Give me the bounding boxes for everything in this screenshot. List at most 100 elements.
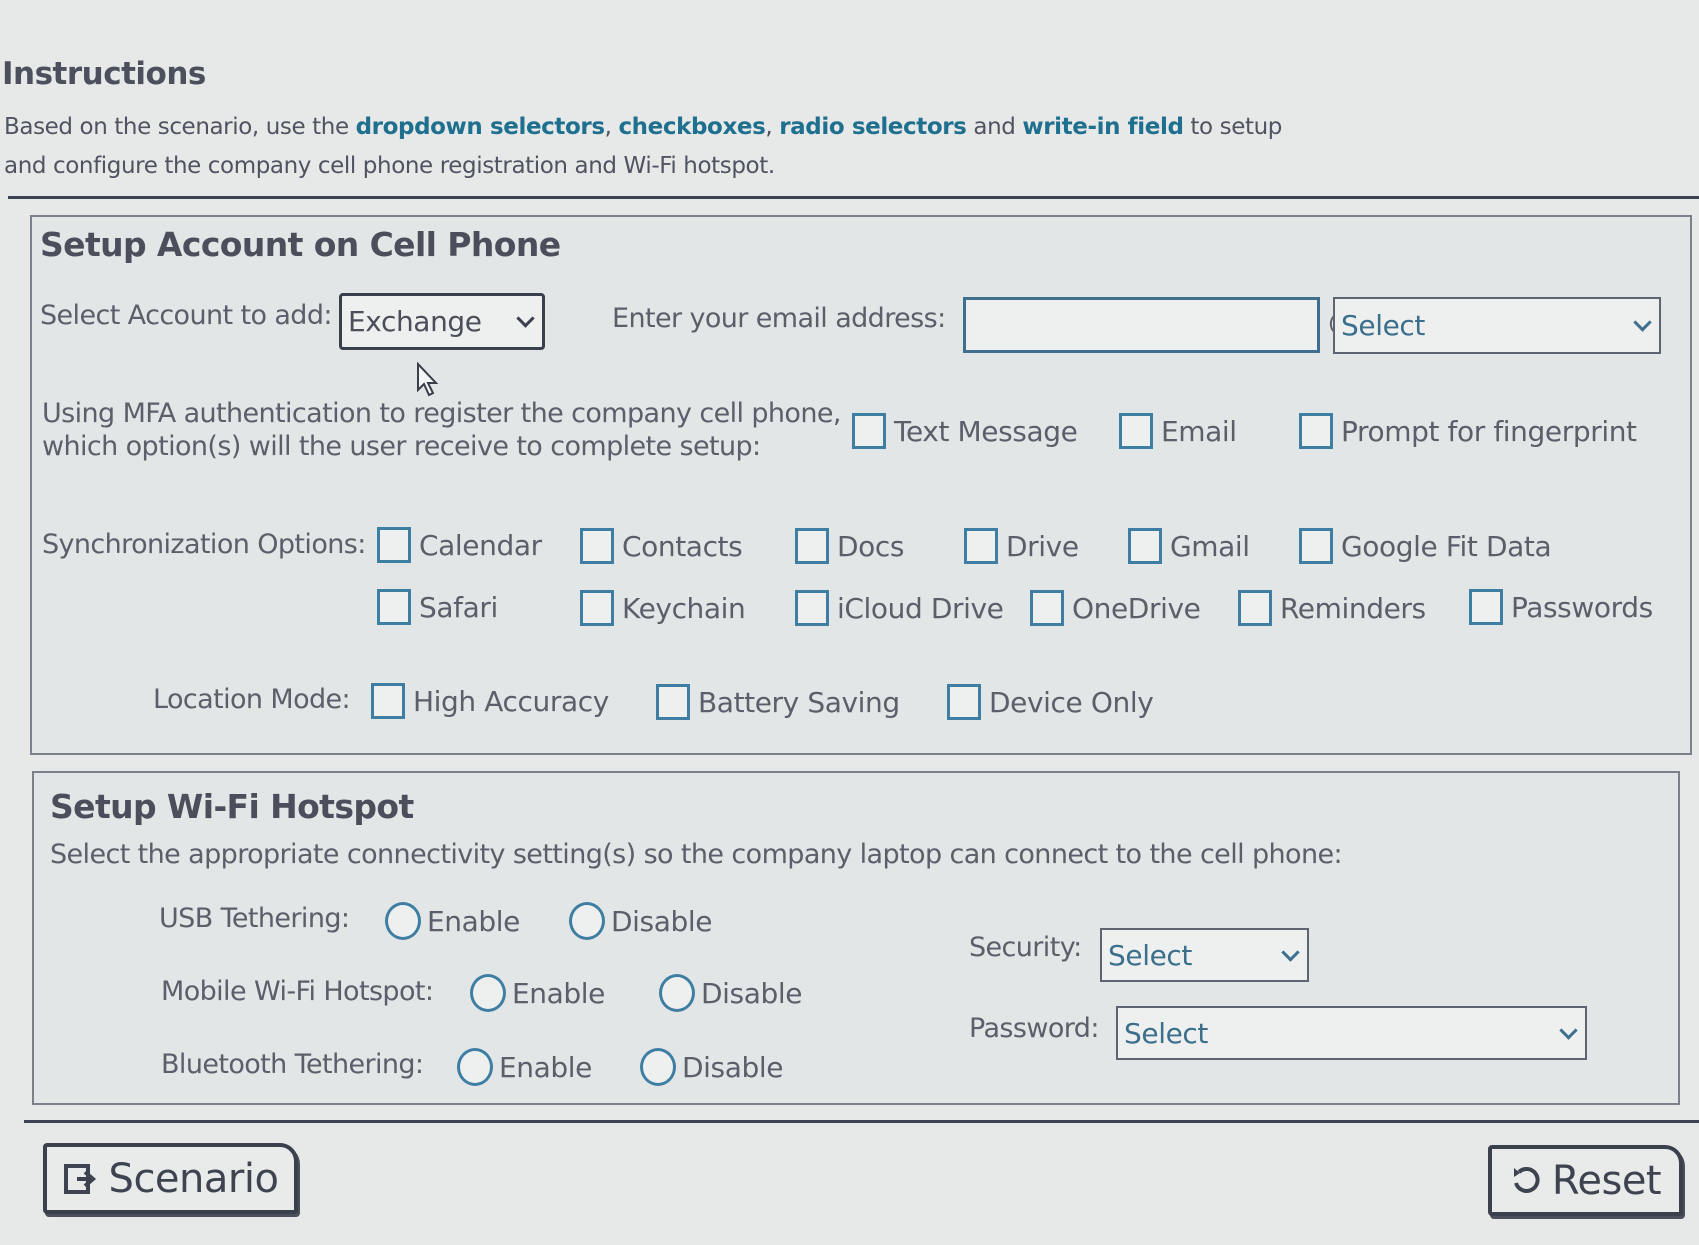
location-option-battery-saving[interactable]: Battery Saving xyxy=(656,684,900,720)
option-label: Text Message xyxy=(894,414,1078,448)
option-label: Passwords xyxy=(1511,590,1653,624)
usb-tethering-disable[interactable]: Disable xyxy=(569,902,712,940)
instr-keyword-radio: radio selectors xyxy=(779,114,967,140)
email-input[interactable] xyxy=(963,297,1320,353)
option-label: Reminders xyxy=(1280,591,1426,625)
account-section-title: Setup Account on Cell Phone xyxy=(40,225,561,264)
sync-option-calendar[interactable]: Calendar xyxy=(377,527,542,563)
checkbox[interactable] xyxy=(795,590,829,626)
mfa-question-line2: which option(s) will the user receive to… xyxy=(42,431,761,462)
sync-option-safari[interactable]: Safari xyxy=(377,589,498,625)
option-label: Google Fit Data xyxy=(1341,529,1552,563)
option-label: Enable xyxy=(427,904,520,938)
account-setup-panel: Setup Account on Cell Phone Select Accou… xyxy=(30,215,1692,755)
radio-button[interactable] xyxy=(659,974,695,1012)
checkbox[interactable] xyxy=(656,684,690,720)
location-option-device-only[interactable]: Device Only xyxy=(947,684,1154,720)
checkbox[interactable] xyxy=(1119,413,1153,449)
sync-option-reminders[interactable]: Reminders xyxy=(1238,590,1426,626)
mobile-hotspot-enable[interactable]: Enable xyxy=(470,974,605,1012)
checkbox[interactable] xyxy=(964,528,998,564)
instr-text-1: Based on the scenario, use the xyxy=(4,114,356,140)
usb-tethering-label: USB Tethering: xyxy=(159,903,350,934)
radio-button[interactable] xyxy=(457,1048,493,1086)
scenario-button[interactable]: Scenario xyxy=(43,1143,298,1214)
checkbox[interactable] xyxy=(580,590,614,626)
bluetooth-tethering-disable[interactable]: Disable xyxy=(640,1048,783,1086)
instr-text-2: , xyxy=(604,114,619,140)
open-external-icon xyxy=(63,1163,96,1194)
option-label: Enable xyxy=(499,1050,592,1084)
checkbox[interactable] xyxy=(377,589,411,625)
email-domain-select[interactable]: Select xyxy=(1333,297,1661,354)
usb-tethering-enable[interactable]: Enable xyxy=(385,902,520,940)
security-select[interactable]: Select xyxy=(1100,928,1309,982)
location-option-high-accuracy[interactable]: High Accuracy xyxy=(371,683,609,719)
checkbox[interactable] xyxy=(371,683,405,719)
instr-keyword-writein: write-in field xyxy=(1022,114,1184,140)
option-label: Keychain xyxy=(622,591,746,625)
sync-options-label: Synchronization Options: xyxy=(42,529,366,560)
reset-button[interactable]: Reset xyxy=(1488,1145,1683,1216)
option-label: Calendar xyxy=(419,528,542,562)
security-label: Security: xyxy=(969,932,1082,963)
option-label: Prompt for fingerprint xyxy=(1341,414,1637,448)
checkbox[interactable] xyxy=(1238,590,1272,626)
checkbox[interactable] xyxy=(1128,528,1162,564)
sync-option-drive[interactable]: Drive xyxy=(964,528,1079,564)
radio-button[interactable] xyxy=(640,1048,676,1086)
sync-option-google-fit-data[interactable]: Google Fit Data xyxy=(1299,528,1552,564)
hotspot-description: Select the appropriate connectivity sett… xyxy=(50,839,1343,870)
option-label: Safari xyxy=(419,590,498,624)
mfa-question: Using MFA authentication to register the… xyxy=(42,397,841,463)
bluetooth-tethering-enable[interactable]: Enable xyxy=(457,1048,592,1086)
sync-option-passwords[interactable]: Passwords xyxy=(1469,589,1653,625)
option-label: Device Only xyxy=(989,685,1154,719)
mfa-option-fingerprint[interactable]: Prompt for fingerprint xyxy=(1299,413,1637,449)
option-label: Docs xyxy=(837,529,905,563)
hotspot-setup-panel: Setup Wi-Fi Hotspot Select the appropria… xyxy=(32,771,1680,1105)
option-label: Email xyxy=(1161,414,1237,448)
checkbox[interactable] xyxy=(377,527,411,563)
mobile-hotspot-disable[interactable]: Disable xyxy=(659,974,802,1012)
checkbox[interactable] xyxy=(1299,413,1333,449)
checkbox[interactable] xyxy=(1469,589,1503,625)
checkbox[interactable] xyxy=(852,413,886,449)
checkbox[interactable] xyxy=(947,684,981,720)
account-select[interactable]: Exchange xyxy=(339,293,545,350)
hotspot-section-title: Setup Wi-Fi Hotspot xyxy=(50,787,414,826)
location-mode-label: Location Mode: xyxy=(153,684,351,715)
account-select-label: Select Account to add: xyxy=(40,300,332,331)
radio-button[interactable] xyxy=(569,902,605,940)
top-divider xyxy=(8,196,1699,199)
checkbox[interactable] xyxy=(580,528,614,564)
option-label: Disable xyxy=(611,904,713,938)
mfa-option-email[interactable]: Email xyxy=(1119,413,1237,449)
checkbox[interactable] xyxy=(1030,590,1064,626)
option-label: Contacts xyxy=(622,529,743,563)
security-select-value: Select xyxy=(1108,938,1192,972)
checkbox[interactable] xyxy=(1299,528,1333,564)
instr-keyword-checkboxes: checkboxes xyxy=(618,114,766,140)
password-select[interactable]: Select xyxy=(1116,1006,1587,1060)
sync-option-docs[interactable]: Docs xyxy=(795,528,904,564)
sync-option-icloud-drive[interactable]: iCloud Drive xyxy=(795,590,1004,626)
sync-option-contacts[interactable]: Contacts xyxy=(580,528,743,564)
chevron-down-icon xyxy=(1633,313,1652,332)
chevron-down-icon xyxy=(1281,942,1300,962)
checkbox[interactable] xyxy=(795,528,829,564)
option-label: Disable xyxy=(682,1050,784,1084)
option-label: Enable xyxy=(512,976,605,1010)
email-label: Enter your email address: xyxy=(612,303,946,334)
radio-button[interactable] xyxy=(385,902,421,940)
password-select-value: Select xyxy=(1124,1016,1208,1050)
sync-option-keychain[interactable]: Keychain xyxy=(580,590,746,626)
mobile-hotspot-label: Mobile Wi-Fi Hotspot: xyxy=(161,976,434,1007)
instructions-title: Instructions xyxy=(2,56,206,92)
radio-button[interactable] xyxy=(470,974,506,1012)
sync-option-onedrive[interactable]: OneDrive xyxy=(1030,590,1201,626)
sync-option-gmail[interactable]: Gmail xyxy=(1128,528,1250,564)
mfa-option-text-message[interactable]: Text Message xyxy=(852,413,1078,449)
chevron-down-icon xyxy=(1559,1020,1578,1040)
mouse-pointer-icon xyxy=(416,361,440,402)
